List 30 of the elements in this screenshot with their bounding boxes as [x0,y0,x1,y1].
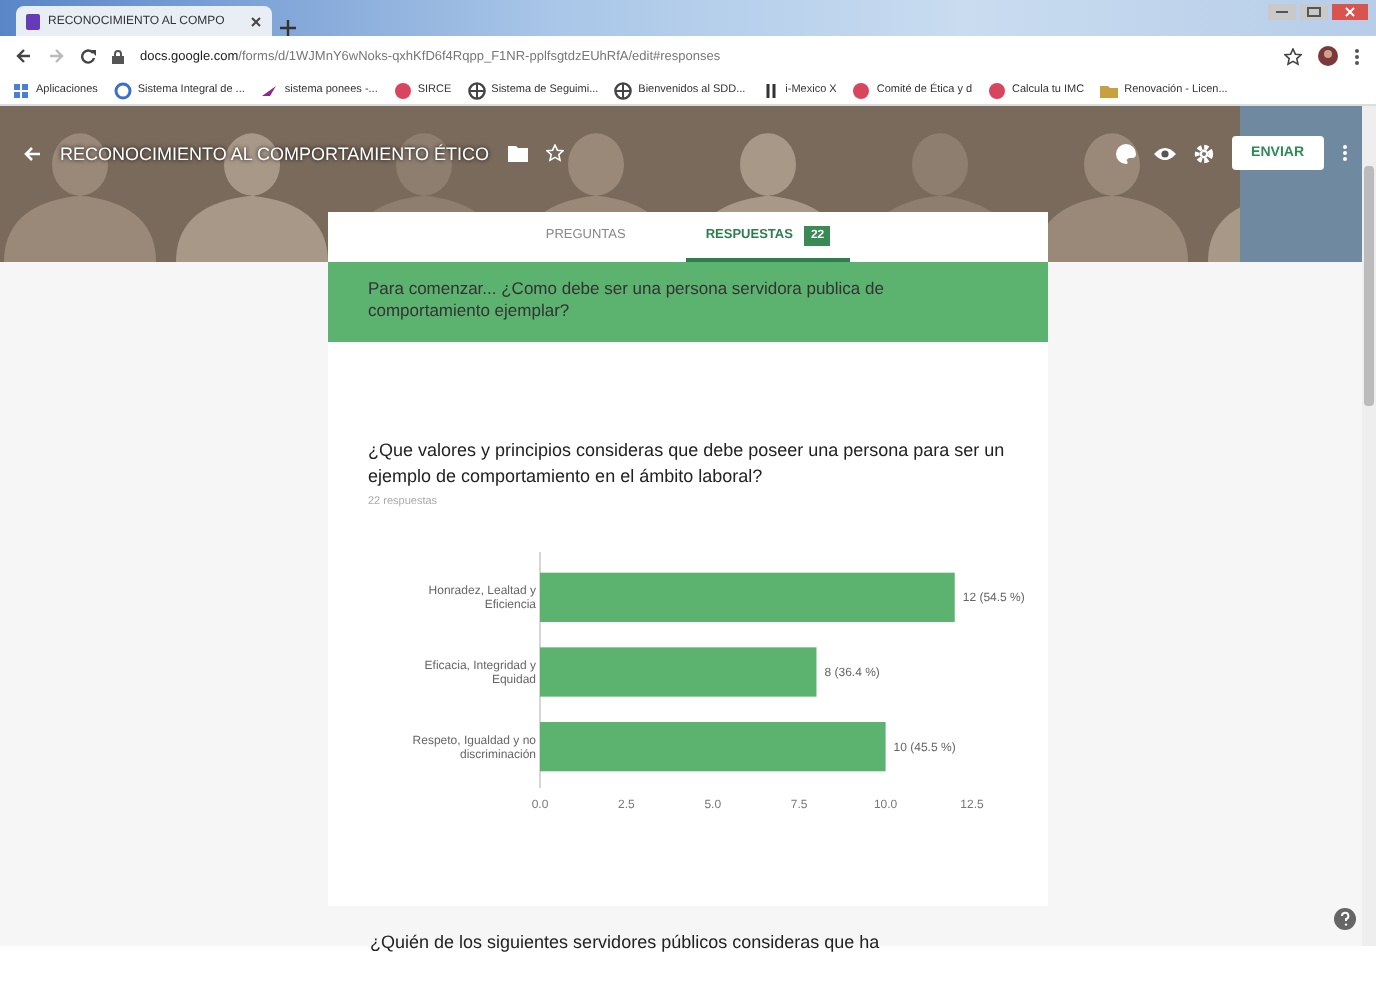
folder-icon [1100,81,1119,99]
dot-icon [852,81,871,99]
apps-icon [12,81,30,99]
close-tab-icon[interactable] [250,15,262,27]
dot-icon [393,81,412,99]
form-title: RECONOCIMIENTO AL COMPORTAMIENTO ÉTICO [60,143,490,163]
back-icon[interactable] [16,48,32,64]
scrollbar[interactable] [1362,106,1376,946]
preview-eye-icon[interactable] [1153,145,1176,161]
form-icon [26,13,40,29]
menu-icon[interactable] [1354,47,1360,65]
dot-icon [988,81,1007,99]
minimize-button[interactable] [1268,4,1296,20]
question-title: ¿Que valores y principios consideras que debe poseer una persona para ser un ejemplo de comportamiento en el ámbito laboral? [368,438,1007,490]
new-tab-icon[interactable] [280,20,296,36]
question-title: ¿Quién de los siguientes servidores públicos consideras que ha [370,932,880,952]
lock-icon [112,49,124,63]
reload-icon[interactable] [80,48,96,64]
palette-icon[interactable] [1115,143,1136,163]
globe-icon [614,81,633,99]
star-icon[interactable] [1284,47,1302,65]
help-icon[interactable] [1334,908,1356,930]
close-button[interactable] [1332,4,1368,20]
bars-icon [761,81,780,99]
section-title: Para comenzar... ¿Como debe ser una persona servidora publica de comportamiento ejemplar? [328,262,1048,342]
globe-icon [467,81,486,99]
profile-avatar-icon[interactable] [1318,46,1338,66]
maximize-button[interactable] [1300,4,1328,20]
settings-icon[interactable] [1193,143,1214,163]
more-icon[interactable] [1342,144,1348,162]
